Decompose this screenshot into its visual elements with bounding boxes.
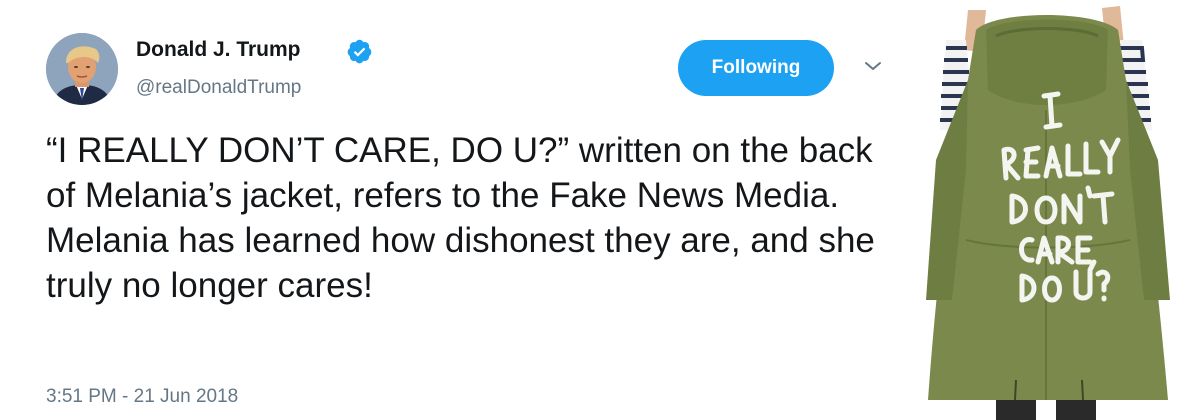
tweet-text: “I REALLY DON’T CARE, DO U?” written on …	[46, 131, 875, 305]
chevron-down-icon[interactable]	[862, 58, 884, 74]
tweet-photo[interactable]	[906, 0, 1186, 420]
author-name[interactable]: Donald J. Trump	[136, 38, 301, 62]
jacket-photo-icon	[906, 0, 1186, 420]
avatar[interactable]	[46, 33, 118, 105]
verified-badge-icon	[347, 39, 372, 64]
author-handle[interactable]: @realDonaldTrump	[136, 77, 301, 99]
profile-photo-icon	[46, 33, 118, 105]
tweet-timestamp[interactable]: 3:51 PM - 21 Jun 2018	[46, 386, 238, 408]
following-button[interactable]: Following	[678, 40, 834, 96]
